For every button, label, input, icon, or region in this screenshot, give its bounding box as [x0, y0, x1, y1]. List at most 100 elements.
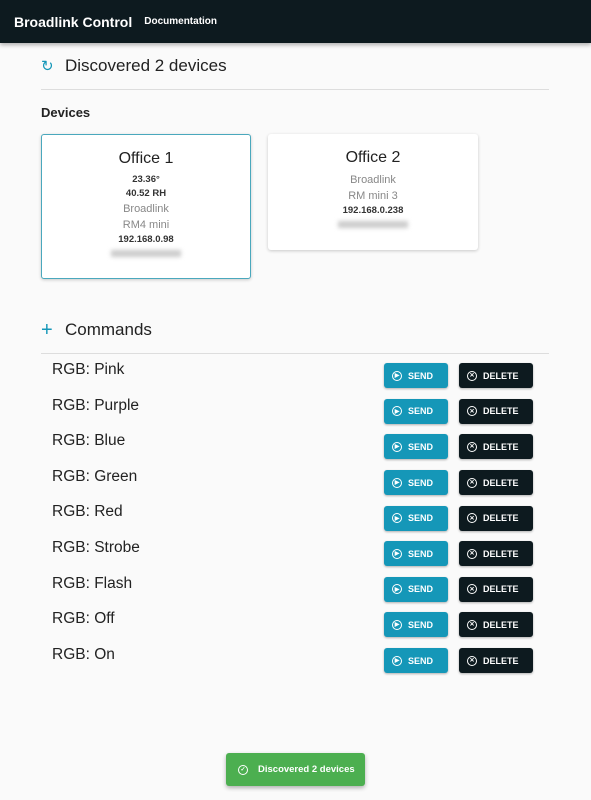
- command-name: RGB: On: [52, 645, 115, 663]
- delete-label: DELETE: [483, 441, 519, 452]
- send-button[interactable]: ▶ SEND: [384, 648, 448, 674]
- send-label: SEND: [408, 548, 434, 559]
- delete-button[interactable]: ✕ DELETE: [459, 434, 533, 460]
- play-icon: ▶: [392, 370, 402, 381]
- close-circle-icon: ✕: [467, 370, 477, 381]
- command-row: RGB: Blue ▶ SEND ✕ DELETE: [41, 429, 549, 465]
- delete-button[interactable]: ✕ DELETE: [459, 470, 533, 496]
- main-content: ↻ Discovered 2 devices Devices Office 1 …: [41, 43, 549, 678]
- device-brand: Broadlink: [350, 174, 396, 186]
- command-row: RGB: Purple ▶ SEND ✕ DELETE: [41, 394, 549, 430]
- command-list: RGB: Pink ▶ SEND ✕ DELETE RGB: Purple ▶ SEND…: [41, 358, 549, 678]
- toast-notification: ✓ Discovered 2 devices: [226, 753, 365, 786]
- command-name: RGB: Purple: [52, 396, 140, 414]
- send-button[interactable]: ▶ SEND: [384, 434, 448, 460]
- delete-label: DELETE: [483, 477, 519, 488]
- play-icon: ▶: [392, 655, 402, 666]
- delete-label: DELETE: [483, 513, 519, 524]
- play-icon: ▶: [392, 619, 402, 630]
- command-name: RGB: Blue: [52, 432, 126, 450]
- send-button[interactable]: ▶ SEND: [384, 576, 448, 602]
- delete-button[interactable]: ✕ DELETE: [459, 505, 533, 531]
- delete-button[interactable]: ✕ DELETE: [459, 541, 533, 567]
- send-button[interactable]: ▶ SEND: [384, 470, 448, 496]
- device-mac-redacted: [111, 250, 181, 257]
- command-row: RGB: Flash ▶ SEND ✕ DELETE: [41, 572, 549, 608]
- command-name: RGB: Red: [52, 503, 123, 521]
- device-name: Office 2: [345, 149, 401, 166]
- device-ip: 192.168.0.98: [118, 234, 174, 245]
- delete-label: DELETE: [483, 655, 519, 666]
- device-card-office-1[interactable]: Office 1 23.36° 40.52 RH Broadlink RM4 m…: [41, 134, 251, 279]
- delete-label: DELETE: [483, 370, 519, 381]
- device-model: RM4 mini: [122, 219, 170, 231]
- play-icon: ▶: [392, 548, 402, 559]
- commands-title: Commands: [65, 320, 152, 339]
- send-label: SEND: [408, 619, 434, 630]
- close-circle-icon: ✕: [467, 406, 477, 417]
- send-label: SEND: [408, 477, 434, 488]
- play-icon: ▶: [392, 477, 402, 488]
- device-brand: Broadlink: [123, 203, 169, 215]
- discovery-title: Discovered 2 devices: [65, 56, 227, 75]
- device-name: Office 1: [118, 150, 174, 167]
- send-label: SEND: [408, 370, 434, 381]
- play-icon: ▶: [392, 441, 402, 452]
- documentation-link[interactable]: Documentation: [144, 16, 217, 27]
- send-label: SEND: [408, 406, 434, 417]
- command-name: RGB: Green: [52, 467, 138, 485]
- command-row: RGB: Red ▶ SEND ✕ DELETE: [41, 500, 549, 536]
- close-circle-icon: ✕: [467, 548, 477, 559]
- command-row: RGB: Off ▶ SEND ✕ DELETE: [41, 607, 549, 643]
- delete-button[interactable]: ✕ DELETE: [459, 363, 533, 389]
- device-ip: 192.168.0.238: [342, 205, 404, 216]
- check-circle-icon: ✓: [238, 764, 248, 775]
- command-row: RGB: On ▶ SEND ✕ DELETE: [41, 643, 549, 679]
- send-button[interactable]: ▶ SEND: [384, 541, 448, 567]
- delete-button[interactable]: ✕ DELETE: [459, 648, 533, 674]
- device-model: RM mini 3: [348, 190, 398, 202]
- plus-icon[interactable]: +: [41, 319, 65, 342]
- close-circle-icon: ✕: [467, 655, 477, 666]
- send-label: SEND: [408, 513, 434, 524]
- delete-label: DELETE: [483, 584, 519, 595]
- close-circle-icon: ✕: [467, 513, 477, 524]
- play-icon: ▶: [392, 406, 402, 417]
- delete-button[interactable]: ✕ DELETE: [459, 612, 533, 638]
- play-icon: ▶: [392, 584, 402, 595]
- command-row: RGB: Pink ▶ SEND ✕ DELETE: [41, 358, 549, 394]
- app-title: Broadlink Control: [14, 13, 133, 30]
- refresh-icon[interactable]: ↻: [41, 57, 65, 75]
- send-label: SEND: [408, 441, 434, 452]
- command-name: RGB: Flash: [52, 574, 133, 592]
- delete-label: DELETE: [483, 619, 519, 630]
- send-button[interactable]: ▶ SEND: [384, 363, 448, 389]
- toast-message: Discovered 2 devices: [258, 764, 355, 775]
- delete-button[interactable]: ✕ DELETE: [459, 576, 533, 602]
- send-label: SEND: [408, 584, 434, 595]
- command-name: RGB: Off: [52, 610, 115, 628]
- send-button[interactable]: ▶ SEND: [384, 612, 448, 638]
- delete-label: DELETE: [483, 548, 519, 559]
- command-name: RGB: Pink: [52, 361, 125, 378]
- top-bar: Broadlink Control Documentation: [0, 0, 591, 43]
- command-row: RGB: Strobe ▶ SEND ✕ DELETE: [41, 536, 549, 572]
- device-mac-redacted: [338, 221, 408, 228]
- close-circle-icon: ✕: [467, 441, 477, 452]
- command-row: RGB: Green ▶ SEND ✕ DELETE: [41, 465, 549, 501]
- close-circle-icon: ✕: [467, 584, 477, 595]
- command-name: RGB: Strobe: [52, 538, 140, 556]
- close-circle-icon: ✕: [467, 619, 477, 630]
- device-humidity: 40.52 RH: [125, 188, 167, 199]
- device-card-office-2[interactable]: Office 2 Broadlink RM mini 3 192.168.0.2…: [268, 134, 478, 250]
- commands-header: + Commands: [41, 307, 549, 354]
- delete-button[interactable]: ✕ DELETE: [459, 398, 533, 424]
- devices-label: Devices: [41, 105, 91, 120]
- close-circle-icon: ✕: [467, 477, 477, 488]
- play-icon: ▶: [392, 513, 402, 524]
- device-temperature: 23.36°: [132, 174, 160, 185]
- send-label: SEND: [408, 655, 434, 666]
- send-button[interactable]: ▶ SEND: [384, 505, 448, 531]
- send-button[interactable]: ▶ SEND: [384, 398, 448, 424]
- delete-label: DELETE: [483, 406, 519, 417]
